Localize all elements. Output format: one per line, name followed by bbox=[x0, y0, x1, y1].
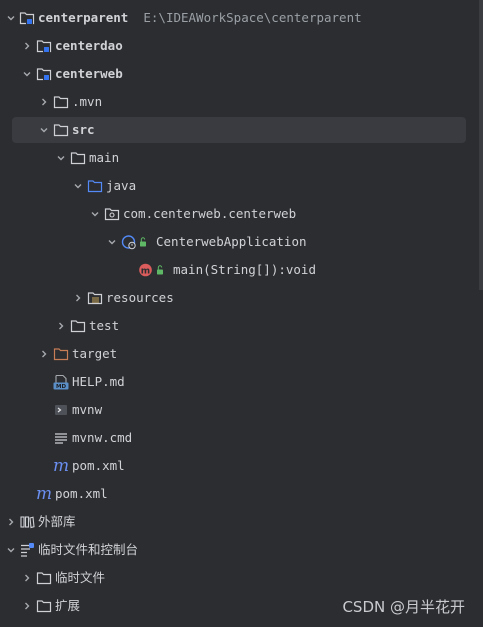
tree-item-label: pom.xml bbox=[55, 486, 108, 501]
tree-item-label: main bbox=[89, 150, 120, 165]
method-icon: m bbox=[138, 256, 168, 284]
tree-item-mvn[interactable]: .mvn bbox=[0, 88, 478, 116]
module-folder-icon bbox=[19, 4, 35, 32]
vertical-scrollbar[interactable] bbox=[479, 0, 483, 290]
tree-item-label: pom.xml bbox=[72, 458, 125, 473]
tree-item-label: test bbox=[89, 318, 120, 333]
library-icon bbox=[19, 508, 35, 536]
folder-icon bbox=[70, 312, 86, 340]
spring-boot-class-icon bbox=[121, 228, 151, 256]
root-project-path: E:\IDEAWorkSpace\centerparent bbox=[143, 10, 362, 25]
chevron-down-icon[interactable] bbox=[38, 116, 50, 144]
scratches-icon bbox=[19, 536, 35, 564]
maven-file-icon: m bbox=[36, 484, 53, 504]
folder-icon bbox=[36, 564, 52, 592]
text-file-icon bbox=[53, 424, 69, 452]
resources-folder-icon bbox=[87, 284, 103, 312]
shell-script-icon bbox=[53, 396, 69, 424]
tree-item-root-pom[interactable]: m pom.xml bbox=[0, 480, 478, 508]
tree-item-mvnw-cmd[interactable]: mvnw.cmd bbox=[0, 424, 478, 452]
tree-item-web-pom[interactable]: m pom.xml bbox=[0, 452, 478, 480]
tree-item-centerweb[interactable]: centerweb bbox=[0, 60, 478, 88]
tree-item-centerdao[interactable]: centerdao bbox=[0, 32, 478, 60]
folder-icon bbox=[53, 116, 69, 144]
tree-item-label: .mvn bbox=[72, 94, 103, 109]
tree-item-label: mvnw bbox=[72, 402, 103, 417]
tree-item-label: com.centerweb.centerweb bbox=[123, 206, 297, 221]
tree-item-label: centerdao bbox=[55, 38, 123, 53]
chevron-right-icon[interactable] bbox=[72, 284, 84, 312]
chevron-down-icon[interactable] bbox=[55, 144, 67, 172]
chevron-right-icon[interactable] bbox=[38, 340, 50, 368]
tree-item-scratch-files[interactable]: 临时文件 bbox=[0, 564, 478, 592]
tree-item-package[interactable]: com.centerweb.centerweb bbox=[0, 200, 478, 228]
folder-icon bbox=[70, 144, 86, 172]
chevron-down-icon[interactable] bbox=[5, 536, 17, 564]
folder-icon bbox=[36, 592, 52, 620]
tree-item-label: 扩展 bbox=[55, 598, 81, 613]
chevron-down-icon[interactable] bbox=[72, 172, 84, 200]
tree-item-label: main(String[]):void bbox=[173, 262, 316, 277]
tree-item-main[interactable]: main bbox=[0, 144, 478, 172]
chevron-right-icon[interactable] bbox=[21, 32, 33, 60]
tree-item-main-method[interactable]: m main(String[]):void bbox=[0, 256, 478, 284]
tree-item-label: 临时文件和控制台 bbox=[38, 542, 139, 557]
package-icon bbox=[104, 200, 120, 228]
tree-item-label: 临时文件 bbox=[55, 570, 106, 585]
project-tree: centerparent E:\IDEAWorkSpace\centerpare… bbox=[0, 4, 478, 620]
watermark: CSDN @月半花开 bbox=[342, 598, 465, 616]
chevron-right-icon[interactable] bbox=[21, 592, 33, 620]
tree-item-target[interactable]: target bbox=[0, 340, 478, 368]
tree-item-centerweb-application[interactable]: CenterwebApplication bbox=[0, 228, 478, 256]
tree-item-label: CenterwebApplication bbox=[156, 234, 307, 249]
source-root-folder-icon bbox=[87, 172, 103, 200]
tree-item-label: target bbox=[72, 346, 118, 361]
tree-item-label: resources bbox=[106, 290, 174, 305]
chevron-down-icon[interactable] bbox=[106, 228, 118, 256]
svg-text:m: m bbox=[141, 267, 150, 277]
tree-item-centerparent[interactable]: centerparent E:\IDEAWorkSpace\centerpare… bbox=[0, 4, 478, 32]
chevron-right-icon[interactable] bbox=[5, 508, 17, 536]
tree-item-label: src bbox=[72, 122, 95, 137]
tree-item-label: 外部库 bbox=[38, 514, 76, 529]
tree-item-help-md[interactable]: MD HELP.md bbox=[0, 368, 478, 396]
chevron-down-icon[interactable] bbox=[89, 200, 101, 228]
markdown-file-icon: MD bbox=[53, 368, 69, 396]
tree-item-mvnw[interactable]: mvnw bbox=[0, 396, 478, 424]
tree-item-java[interactable]: java bbox=[0, 172, 478, 200]
tree-item-label: HELP.md bbox=[72, 374, 125, 389]
module-folder-icon bbox=[36, 60, 52, 88]
chevron-right-icon[interactable] bbox=[55, 312, 67, 340]
tree-item-external-libraries[interactable]: 外部库 bbox=[0, 508, 478, 536]
chevron-down-icon[interactable] bbox=[21, 60, 33, 88]
module-folder-icon bbox=[36, 32, 52, 60]
excluded-folder-icon bbox=[53, 340, 69, 368]
tree-item-test[interactable]: test bbox=[0, 312, 478, 340]
tree-item-scratches[interactable]: 临时文件和控制台 bbox=[0, 536, 478, 564]
tree-item-src[interactable]: src bbox=[0, 116, 478, 144]
root-project-label: centerparent bbox=[38, 10, 129, 25]
chevron-down-icon[interactable] bbox=[5, 4, 17, 32]
folder-icon bbox=[53, 88, 69, 116]
svg-text:MD: MD bbox=[56, 384, 66, 390]
tree-item-label: java bbox=[106, 178, 137, 193]
chevron-right-icon[interactable] bbox=[21, 564, 33, 592]
tree-item-label: mvnw.cmd bbox=[72, 430, 133, 445]
tree-item-label: centerweb bbox=[55, 66, 123, 81]
chevron-right-icon[interactable] bbox=[38, 88, 50, 116]
tree-item-resources[interactable]: resources bbox=[0, 284, 478, 312]
maven-file-icon: m bbox=[53, 456, 70, 476]
